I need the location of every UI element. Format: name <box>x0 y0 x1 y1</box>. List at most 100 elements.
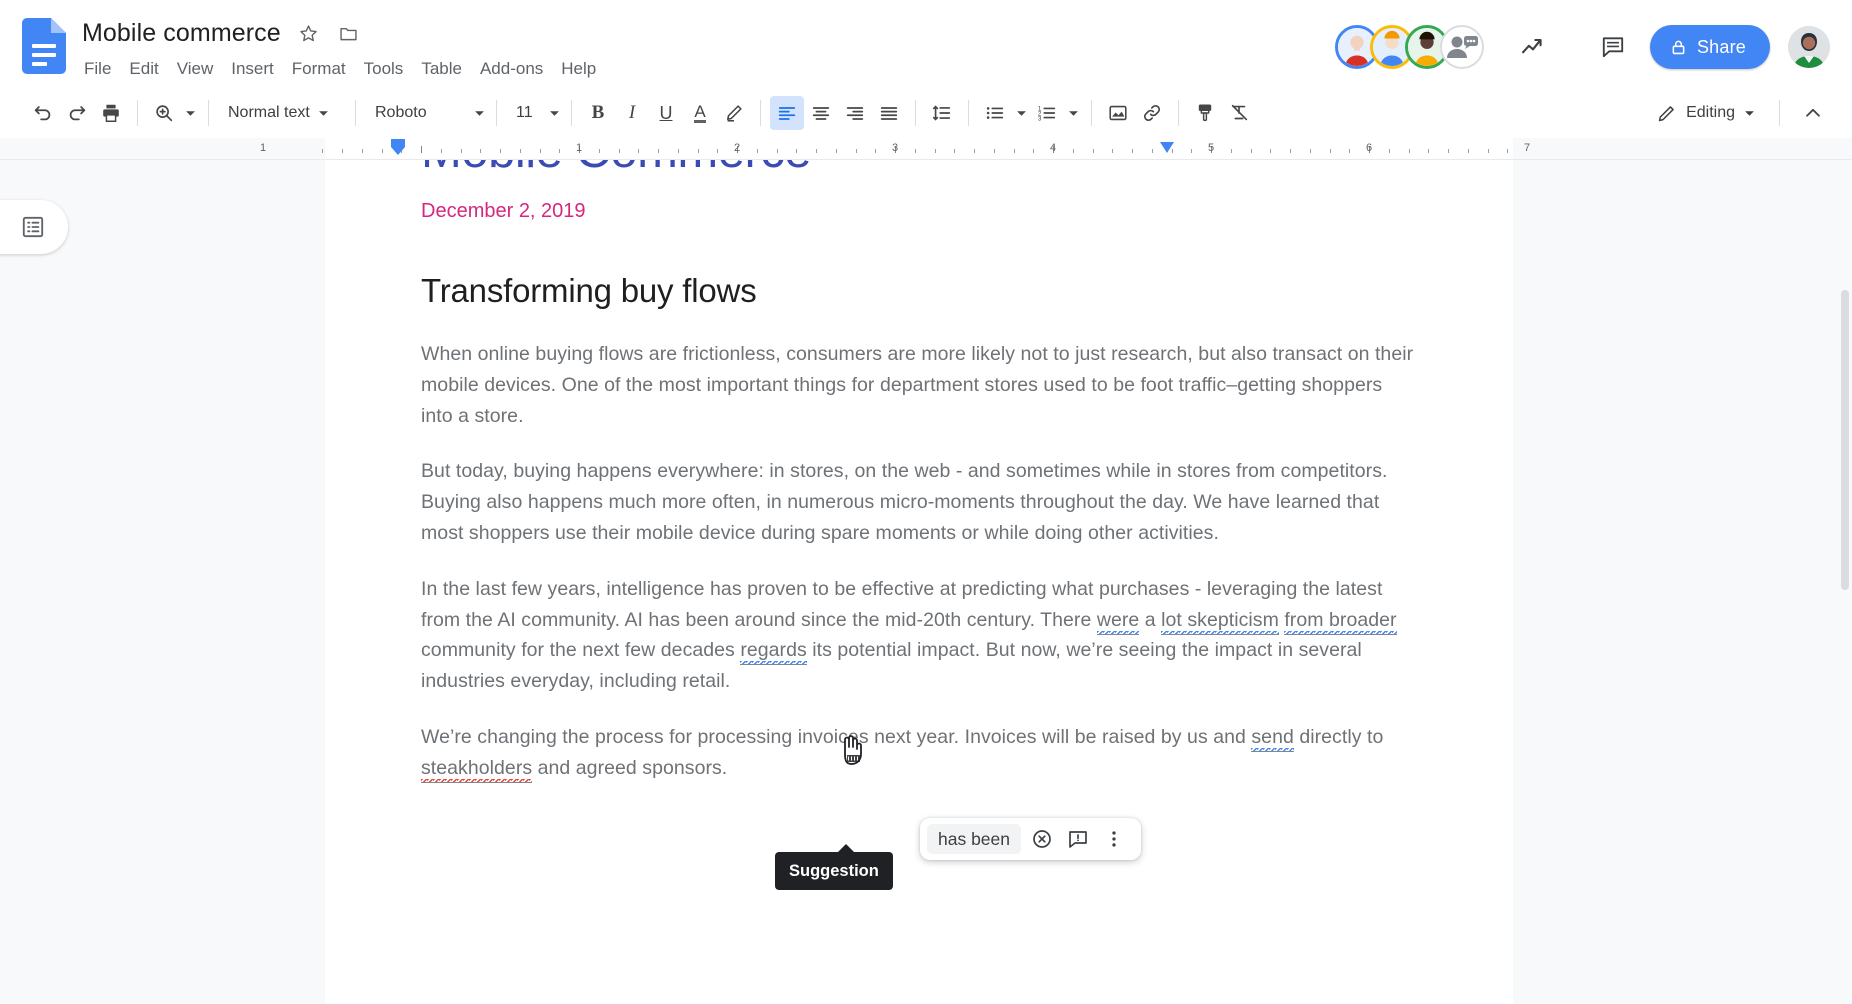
ruler-number: 1 <box>259 142 267 154</box>
bulleted-list-caret-icon[interactable] <box>1012 96 1030 130</box>
ruler-tick <box>974 149 975 153</box>
ruler-number: 7 <box>1523 142 1531 154</box>
ruler-tick <box>618 149 620 153</box>
doc-date[interactable]: December 2, 2019 <box>421 198 1417 224</box>
line-spacing-icon[interactable] <box>925 96 959 130</box>
menu-item-addons[interactable]: Add-ons <box>471 55 552 83</box>
text-color-button[interactable]: A <box>683 96 717 130</box>
document-page[interactable]: Mobile Commerce December 2, 2019 Transfo… <box>325 160 1513 1004</box>
font-size-select[interactable]: 11 <box>506 96 562 130</box>
doc-paragraph-2[interactable]: But today, buying happens everywhere: in… <box>421 456 1417 548</box>
google-docs-logo-icon[interactable] <box>22 18 66 74</box>
doc-heading-title[interactable]: Mobile Commerce <box>421 160 1417 180</box>
doc-paragraph-4[interactable]: We’re changing the process for processin… <box>421 722 1417 784</box>
clear-formatting-icon[interactable] <box>1222 96 1256 130</box>
numbered-list-icon[interactable]: 1 2 3 <box>1030 96 1064 130</box>
header-right: Share <box>1334 14 1830 70</box>
ruler-tick <box>519 149 521 153</box>
menu-item-insert[interactable]: Insert <box>222 55 283 83</box>
ruler-tick <box>658 149 659 153</box>
italic-button[interactable]: I <box>615 96 649 130</box>
menu-item-table[interactable]: Table <box>412 55 471 83</box>
grammar-suggestion-text[interactable]: send <box>1251 725 1294 752</box>
ruler-tick <box>421 146 422 153</box>
ruler-tick <box>697 149 699 153</box>
align-center-icon[interactable] <box>804 96 838 130</box>
ruler-tick <box>1191 149 1193 153</box>
ruler-tick <box>756 149 758 153</box>
ruler-tick <box>1230 149 1232 153</box>
menu-item-help[interactable]: Help <box>552 55 605 83</box>
grammar-suggestion-text[interactable]: regards <box>740 639 807 666</box>
paragraph-style-select[interactable]: Normal text <box>218 96 346 130</box>
font-family-select[interactable]: Roboto <box>365 96 487 130</box>
menu-item-edit[interactable]: Edit <box>120 55 167 83</box>
highlight-pen-icon[interactable] <box>717 96 751 130</box>
ruler-number: 1 <box>575 142 583 154</box>
doc-section-heading[interactable]: Transforming buy flows <box>421 271 1417 311</box>
zoom-dropdown-caret-icon[interactable] <box>181 96 199 130</box>
bulleted-list-icon[interactable] <box>978 96 1012 130</box>
suggestion-text-chip[interactable]: has been <box>927 824 1022 854</box>
grammar-suggestion-text[interactable]: were <box>1096 608 1140 635</box>
menu-item-view[interactable]: View <box>168 55 223 83</box>
chevron-up-icon[interactable] <box>1796 96 1830 130</box>
comment-history-icon[interactable] <box>1590 24 1636 70</box>
toolbar-divider <box>968 100 969 126</box>
grammar-suggestion-text[interactable]: from broader <box>1284 608 1397 635</box>
app-header: Mobile commerce File Edit View Insert Fo… <box>0 0 1852 88</box>
italic-label: I <box>628 102 636 123</box>
reject-circle-x-icon[interactable] <box>1027 824 1057 854</box>
doc-paragraph-1[interactable]: When online buying flows are frictionles… <box>421 339 1417 431</box>
right-indent-marker[interactable] <box>1160 142 1174 153</box>
menu-item-file[interactable]: File <box>82 55 120 83</box>
align-left-icon[interactable] <box>770 96 804 130</box>
ruler-number: 3 <box>891 142 899 154</box>
folder-icon[interactable] <box>337 21 361 45</box>
user-avatar[interactable] <box>1788 26 1830 68</box>
editing-mode-button[interactable]: Editing <box>1648 95 1763 131</box>
paint-format-icon[interactable] <box>1188 96 1222 130</box>
ruler-tick <box>1487 149 1489 153</box>
spelling-error-text[interactable]: steakholders <box>421 756 533 783</box>
ruler-tick <box>1013 149 1015 153</box>
scrollbar-thumb[interactable] <box>1841 290 1849 590</box>
more-vertical-icon[interactable] <box>1099 824 1129 854</box>
grammar-suggestion-text[interactable]: lot skepticism <box>1161 608 1279 635</box>
menu-item-tools[interactable]: Tools <box>355 55 413 83</box>
toolbar-divider <box>571 100 572 126</box>
comment-suggestion-icon[interactable] <box>1063 824 1093 854</box>
share-button[interactable]: Share <box>1649 25 1770 69</box>
bold-button[interactable]: B <box>581 96 615 130</box>
ruler-tick <box>855 149 857 153</box>
underline-button[interactable]: U <box>649 96 683 130</box>
doc-paragraph-3[interactable]: In the last few years, intelligence has … <box>421 574 1417 697</box>
chevron-down-icon <box>1744 108 1755 119</box>
zoom-spellcheck-icon[interactable] <box>147 96 181 130</box>
suggestion-popup[interactable]: has been <box>920 818 1142 860</box>
insert-image-icon[interactable] <box>1101 96 1135 130</box>
ruler-tick <box>875 149 877 153</box>
numbered-list-caret-icon[interactable] <box>1064 96 1082 130</box>
align-right-icon[interactable] <box>838 96 872 130</box>
insert-link-icon[interactable] <box>1135 96 1169 130</box>
document-outline-icon[interactable] <box>0 200 68 254</box>
star-icon[interactable] <box>297 21 321 45</box>
menu-item-format[interactable]: Format <box>283 55 355 83</box>
ruler-tick <box>717 149 719 153</box>
document-title[interactable]: Mobile commerce <box>82 18 281 48</box>
ruler-tick <box>993 149 995 153</box>
redo-icon[interactable] <box>60 96 94 130</box>
toolbar-divider <box>496 100 497 126</box>
document-canvas: Mobile Commerce December 2, 2019 Transfo… <box>0 160 1852 1004</box>
align-justify-icon[interactable] <box>872 96 906 130</box>
ruler[interactable]: 1 1 2 3 4 5 6 7 <box>0 138 1852 160</box>
activity-trending-icon[interactable] <box>1510 24 1556 70</box>
print-icon[interactable] <box>94 96 128 130</box>
chevron-down-icon <box>318 108 329 119</box>
undo-icon[interactable] <box>26 96 60 130</box>
add-person-icon[interactable] <box>1439 25 1484 69</box>
vertical-scrollbar[interactable] <box>1838 160 1852 1004</box>
ruler-number: 5 <box>1207 142 1215 154</box>
collaborator-avatars <box>1334 25 1484 69</box>
